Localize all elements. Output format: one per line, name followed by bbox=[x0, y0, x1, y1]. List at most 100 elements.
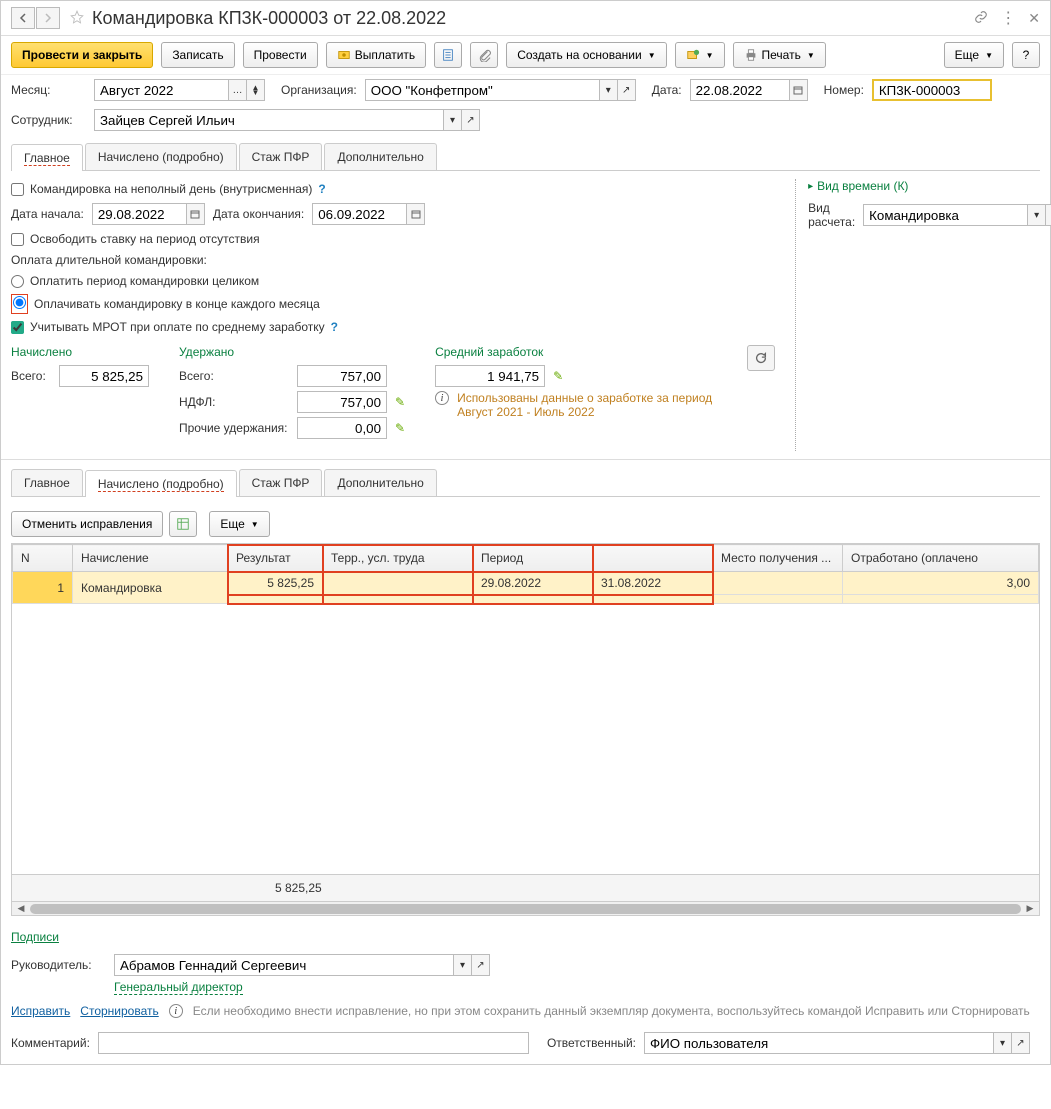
calendar-icon bbox=[793, 85, 803, 95]
nav-forward-button[interactable] bbox=[36, 7, 60, 29]
post-button[interactable]: Провести bbox=[243, 42, 318, 68]
org-open-button[interactable]: ↗ bbox=[618, 79, 636, 101]
tab-main[interactable]: Главное bbox=[11, 144, 83, 171]
tab-main-2[interactable]: Главное bbox=[11, 469, 83, 496]
cell-result[interactable]: 5 825,25 bbox=[228, 572, 323, 595]
attachments-button[interactable] bbox=[470, 42, 498, 68]
table-settings-button[interactable] bbox=[169, 511, 197, 537]
time-kind-toggle[interactable]: Вид времени (К) bbox=[808, 179, 1051, 193]
end-date-input[interactable] bbox=[312, 203, 407, 225]
col-worked[interactable]: Отработано (оплаченo bbox=[843, 545, 1039, 572]
col-period2[interactable] bbox=[593, 545, 713, 572]
cell-period-from[interactable]: 29.08.2022 bbox=[473, 572, 593, 595]
mrot-checkbox[interactable] bbox=[11, 321, 24, 334]
head-input[interactable] bbox=[114, 954, 454, 976]
tab-accrued-detail-2[interactable]: Начислено (подробно) bbox=[85, 470, 237, 497]
nav-back-button[interactable] bbox=[11, 7, 35, 29]
partial-day-checkbox[interactable] bbox=[11, 183, 24, 196]
tab-pfr-2[interactable]: Стаж ПФР bbox=[239, 469, 323, 496]
ndfl-edit-icon[interactable]: ✎ bbox=[395, 395, 405, 409]
responsible-input[interactable] bbox=[644, 1032, 994, 1054]
detail-more-button[interactable]: Еще▼ bbox=[209, 511, 269, 537]
save-button[interactable]: Записать bbox=[161, 42, 234, 68]
help-button[interactable]: ? bbox=[1012, 42, 1040, 68]
horizontal-scrollbar[interactable]: ◀ ▶ bbox=[12, 901, 1039, 915]
cell-place[interactable] bbox=[713, 572, 843, 595]
create-based-on-button[interactable]: Создать на основании▼ bbox=[506, 42, 666, 68]
col-terr[interactable]: Терр., усл. труда bbox=[323, 545, 473, 572]
print-button[interactable]: Печать▼ bbox=[733, 42, 826, 68]
avg-edit-icon[interactable]: ✎ bbox=[553, 369, 563, 383]
cell-n[interactable]: 1 bbox=[13, 572, 73, 604]
number-input[interactable] bbox=[872, 79, 992, 101]
col-period[interactable]: Период bbox=[473, 545, 593, 572]
info-icon[interactable]: i bbox=[435, 391, 449, 405]
head-open-button[interactable]: ↗ bbox=[472, 954, 490, 976]
responsible-dropdown-button[interactable]: ▾ bbox=[994, 1032, 1012, 1054]
favorite-star-icon[interactable] bbox=[70, 10, 84, 27]
tab-accrued-detail[interactable]: Начислено (подробно) bbox=[85, 143, 237, 170]
refresh-button[interactable] bbox=[747, 345, 775, 371]
storno-link[interactable]: Сторнировать bbox=[80, 1004, 158, 1018]
head-dropdown-button[interactable]: ▾ bbox=[454, 954, 472, 976]
more-button[interactable]: Еще▼ bbox=[944, 42, 1004, 68]
employee-open-button[interactable]: ↗ bbox=[462, 109, 480, 131]
calc-type-input[interactable] bbox=[863, 204, 1028, 226]
cancel-corrections-button[interactable]: Отменить исправления bbox=[11, 511, 163, 537]
cell-worked[interactable]: 3,00 bbox=[843, 572, 1039, 595]
ndfl-value[interactable] bbox=[297, 391, 387, 413]
date-label: Дата: bbox=[652, 83, 682, 97]
avg-value[interactable] bbox=[435, 365, 545, 387]
org-input[interactable] bbox=[365, 79, 600, 101]
mrot-help-icon[interactable]: ? bbox=[331, 320, 338, 334]
table-row[interactable]: 1 Командировка 5 825,25 29.08.2022 31.08… bbox=[13, 572, 1039, 595]
calc-type-open-button[interactable]: ↗ bbox=[1046, 204, 1051, 226]
fix-link[interactable]: Исправить bbox=[11, 1004, 70, 1018]
tab-extra[interactable]: Дополнительно bbox=[324, 143, 436, 170]
tab-pfr[interactable]: Стаж ПФР bbox=[239, 143, 323, 170]
position-link[interactable]: Генеральный директор bbox=[114, 980, 243, 995]
month-spinner[interactable]: ▲▼ bbox=[247, 79, 265, 101]
free-rate-checkbox[interactable] bbox=[11, 233, 24, 246]
withheld-total-value[interactable] bbox=[297, 365, 387, 387]
cell-terr[interactable] bbox=[323, 572, 473, 595]
radio-monthly[interactable] bbox=[13, 296, 26, 309]
accrued-total-value[interactable] bbox=[59, 365, 149, 387]
partial-day-help-icon[interactable]: ? bbox=[318, 182, 325, 196]
link-icon[interactable] bbox=[974, 10, 988, 27]
employee-input[interactable] bbox=[94, 109, 444, 131]
other-withheld-value[interactable] bbox=[297, 417, 387, 439]
cell-period-to[interactable]: 31.08.2022 bbox=[593, 572, 713, 595]
radio-whole-period[interactable] bbox=[11, 275, 24, 288]
pay-button[interactable]: Выплатить bbox=[326, 42, 427, 68]
comment-label: Комментарий: bbox=[11, 1036, 90, 1050]
table-footer: 5 825,25 bbox=[12, 874, 1039, 901]
start-date-input[interactable] bbox=[92, 203, 187, 225]
end-date-calendar-button[interactable] bbox=[407, 203, 425, 225]
comment-input[interactable] bbox=[98, 1032, 529, 1054]
document-list-button[interactable] bbox=[434, 42, 462, 68]
close-button[interactable]: ✕ bbox=[1028, 10, 1040, 27]
calc-type-dropdown-button[interactable]: ▾ bbox=[1028, 204, 1046, 226]
kebab-menu-icon[interactable]: ⋮ bbox=[1000, 8, 1016, 28]
responsible-open-button[interactable]: ↗ bbox=[1012, 1032, 1030, 1054]
date-input[interactable] bbox=[690, 79, 790, 101]
footer-info-icon[interactable]: i bbox=[169, 1004, 183, 1018]
month-input[interactable] bbox=[94, 79, 229, 101]
date-calendar-button[interactable] bbox=[790, 79, 808, 101]
torn-separator bbox=[1, 459, 1050, 469]
action-dropdown-button[interactable]: ▼ bbox=[675, 42, 725, 68]
employee-dropdown-button[interactable]: ▾ bbox=[444, 109, 462, 131]
col-result[interactable]: Результат bbox=[228, 545, 323, 572]
col-place[interactable]: Место получения ... bbox=[713, 545, 843, 572]
cell-accrual[interactable]: Командировка bbox=[73, 572, 228, 604]
col-accrual[interactable]: Начисление bbox=[73, 545, 228, 572]
month-ellipsis-button[interactable]: … bbox=[229, 79, 247, 101]
tab-extra-2[interactable]: Дополнительно bbox=[324, 469, 436, 496]
signatures-link[interactable]: Подписи bbox=[11, 930, 59, 944]
org-dropdown-button[interactable]: ▾ bbox=[600, 79, 618, 101]
start-date-calendar-button[interactable] bbox=[187, 203, 205, 225]
post-and-close-button[interactable]: Провести и закрыть bbox=[11, 42, 153, 68]
col-n[interactable]: N bbox=[13, 545, 73, 572]
other-edit-icon[interactable]: ✎ bbox=[395, 421, 405, 435]
